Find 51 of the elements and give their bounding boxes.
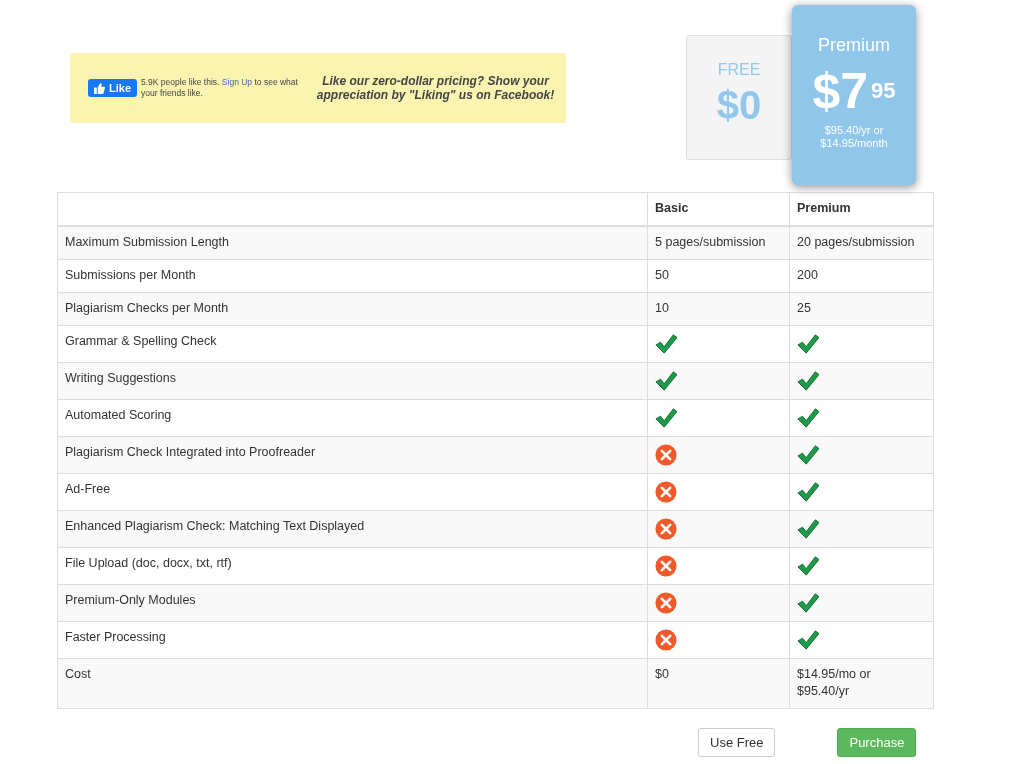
feature-cell: Ad-Free [57,473,648,511]
feature-cell: Cost [57,658,648,709]
check-icon [797,592,819,614]
price-note: $95.40/yr or $14.95/month [819,124,889,151]
table-cell: 50 [647,259,790,293]
check-icon [797,444,819,466]
plan-name: FREE [717,61,761,79]
check-icon [655,333,677,355]
plan-price: $7 [812,66,869,116]
feature-cell: Plagiarism Check Integrated into Proofreader [57,436,648,474]
table-cell: $14.95/mo or $95.40/yr [789,658,934,709]
feature-cell: Submissions per Month [57,259,648,293]
cross-icon [655,518,677,540]
feature-cell: Enhanced Plagiarism Check: Matching Text Displayed [57,510,648,548]
table-cell: $0 [647,658,790,709]
check-icon [655,370,677,392]
cross-icon [655,592,677,614]
like-count-text: 5.9K people like this. Sign Up to see what your friends like. [141,76,299,100]
check-icon [797,333,819,355]
plan-name: Premium [818,35,890,56]
like-button[interactable]: Like [88,79,137,97]
check-icon [797,407,819,429]
feature-cell: Grammar & Spelling Check [57,325,648,363]
feature-cell: Maximum Submission Length [57,226,648,260]
feature-cell: Plagiarism Checks per Month [57,292,648,326]
table-cell: 20 pages/submission [789,226,934,260]
use-free-button[interactable]: Use Free [698,728,776,757]
feature-cell: Automated Scoring [57,399,648,437]
check-icon [797,518,819,540]
cross-icon [655,555,677,577]
table-cell: 10 [647,292,790,326]
cross-icon [655,444,677,466]
table-cell: 25 [789,292,934,326]
cross-icon [655,481,677,503]
check-icon [797,629,819,651]
signup-link[interactable]: Sign Up [221,76,253,87]
feature-cell: Faster Processing [57,621,648,659]
plan-price: $0 [716,83,762,128]
table-cell: 200 [789,259,934,293]
feature-cell: Writing Suggestions [57,362,648,400]
check-icon [797,555,819,577]
feature-cell: Premium-Only Modules [57,584,648,622]
feature-cell: File Upload (doc, docx, txt, rtf) [57,547,648,585]
thumbs-up-icon [94,82,105,94]
price-cents: 95 [871,78,896,104]
table-cell: 5 pages/submission [647,226,790,260]
check-icon [797,370,819,392]
check-icon [655,407,677,429]
banner-message: Like our zero-dollar pricing? Show your appreciation by "Liking" us on Facebook! [315,74,556,102]
check-icon [797,481,819,503]
cross-icon [655,629,677,651]
